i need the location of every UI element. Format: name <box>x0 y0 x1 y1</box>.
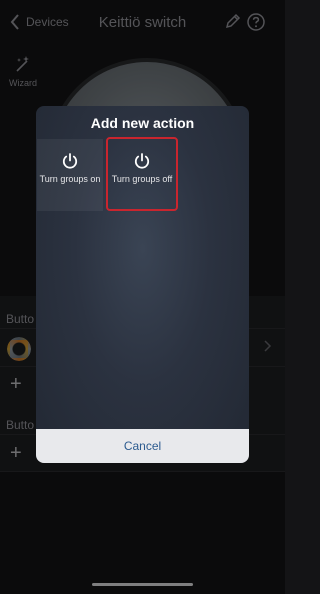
power-icon <box>134 153 150 169</box>
turn-groups-off-option[interactable]: Turn groups off <box>106 137 178 211</box>
turn-groups-on-option[interactable]: Turn groups on <box>37 139 103 211</box>
power-icon <box>62 153 78 169</box>
dialog-title: Add new action <box>90 115 195 131</box>
option-label: Turn groups off <box>111 174 173 184</box>
option-label: Turn groups on <box>39 174 101 184</box>
add-action-dialog: Add new action Turn groups on Turn group… <box>36 106 249 463</box>
cancel-button[interactable]: Cancel <box>36 429 249 463</box>
